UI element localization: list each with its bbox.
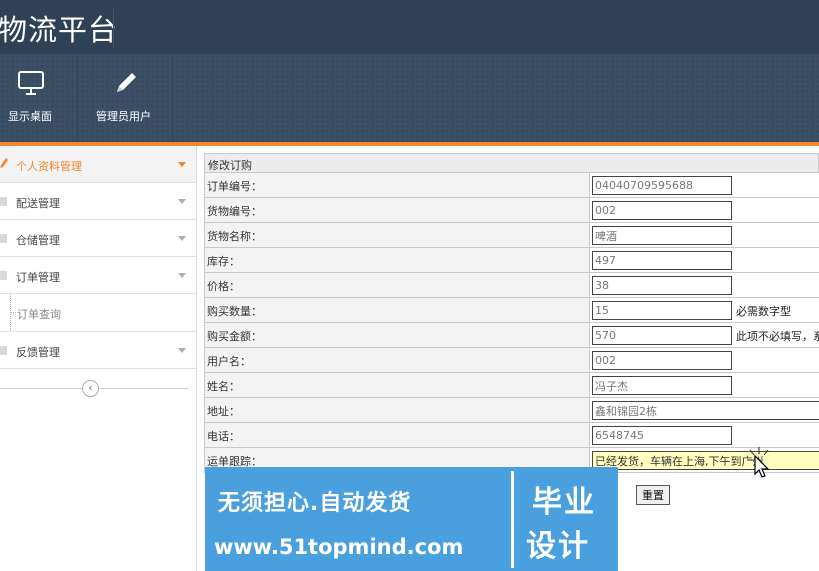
field-cell: [590, 248, 819, 272]
field-label: 价格：: [205, 273, 590, 297]
app-window: 物流平台 显示桌面 管理员用户 个人资料管理 配送管理 仓储管理 订单管理 订单…: [0, 0, 819, 571]
field-label: 地址：: [205, 398, 590, 422]
field-cell: 必需数字型: [590, 298, 819, 322]
username-field[interactable]: [592, 351, 732, 370]
chevron-down-icon: [178, 273, 186, 278]
chevron-down-icon: [178, 162, 186, 167]
field-cell: [590, 448, 819, 472]
amount-field[interactable]: [592, 326, 732, 345]
grid-icon: [0, 234, 7, 243]
field-label: 订单编号：: [205, 173, 590, 197]
sidebar: 个人资料管理 配送管理 仓储管理 订单管理 订单查询 反馈管理 ‹: [0, 146, 197, 571]
tree-guide: [10, 312, 16, 313]
pencil-icon: [0, 157, 9, 169]
form-row-stock: 库存：: [204, 248, 819, 273]
field-cell: 此项不必填写，系: [590, 323, 819, 347]
promo-url: www.51topmind.com: [214, 535, 464, 559]
field-cell: [590, 373, 819, 397]
field-cell: [590, 398, 819, 422]
chevron-down-icon: [178, 236, 186, 241]
promo-text: 无须担心.自动发货: [218, 491, 412, 516]
sidebar-subitem-label: 订单查询: [17, 308, 61, 321]
sidebar-item-label: 个人资料管理: [16, 160, 82, 173]
form-row-phone: 电话：: [204, 423, 819, 448]
field-label: 购买数量：: [205, 298, 590, 322]
badge-text: 设计: [526, 529, 590, 564]
header-bar: 物流平台: [0, 0, 819, 54]
collapse-sidebar-button[interactable]: ‹: [82, 380, 99, 397]
admin-user-label: 管理员用户: [96, 110, 151, 123]
chevron-down-icon: [178, 348, 186, 353]
phone-field[interactable]: [592, 426, 732, 445]
sidebar-item-warehouse[interactable]: 仓储管理: [0, 220, 196, 257]
document-icon: [0, 197, 7, 206]
field-label: 购买金额：: [205, 323, 590, 347]
form-actions: 交 重置: [589, 480, 819, 510]
promo-badge: 毕业 设计: [511, 471, 615, 568]
field-label: 用户名：: [205, 348, 590, 372]
goods-name-field[interactable]: [592, 226, 732, 245]
field-label: 电话：: [205, 423, 590, 447]
sidebar-item-label: 订单管理: [16, 271, 60, 284]
monitor-icon: [16, 70, 46, 96]
field-label: 库存：: [205, 248, 590, 272]
field-cell: [590, 173, 819, 197]
sidebar-collapse-bar: ‹: [0, 379, 188, 399]
reset-button[interactable]: 重置: [636, 485, 670, 505]
field-cell: [590, 348, 819, 372]
form-row-name: 姓名：: [204, 373, 819, 398]
field-label: 货物名称：: [205, 223, 590, 247]
form-row-order-id: 订单编号：: [204, 173, 819, 198]
toolbar: 显示桌面 管理员用户: [0, 54, 819, 142]
sidebar-item-label: 反馈管理: [16, 346, 60, 359]
show-desktop-label: 显示桌面: [8, 110, 52, 123]
show-desktop-button[interactable]: 显示桌面: [0, 54, 64, 142]
form-row-amount: 购买金额： 此项不必填写，系: [204, 323, 819, 348]
field-label: 货物编号：: [205, 198, 590, 222]
field-hint: 此项不必填写，系: [736, 330, 819, 343]
field-cell: [590, 273, 819, 297]
toolbar-divider: [77, 54, 78, 142]
sidebar-item-label: 仓储管理: [16, 234, 60, 247]
sidebar-item-delivery[interactable]: 配送管理: [0, 183, 196, 220]
header-divider: [113, 8, 114, 48]
admin-user-button[interactable]: 管理员用户: [80, 54, 172, 142]
sidebar-item-orders[interactable]: 订单管理: [0, 257, 196, 294]
goods-id-field[interactable]: [592, 201, 732, 220]
promo-watermark: 无须担心.自动发货 www.51topmind.com 毕业 设计: [205, 467, 618, 571]
field-hint: 必需数字型: [736, 305, 791, 318]
badge-text: 毕业: [532, 485, 596, 520]
form-row-address: 地址：: [204, 398, 819, 423]
form-row-goods-id: 货物编号：: [204, 198, 819, 223]
sidebar-item-profile[interactable]: 个人资料管理: [0, 146, 196, 183]
app-title: 物流平台: [0, 13, 119, 47]
sidebar-item-feedback[interactable]: 反馈管理: [0, 332, 196, 369]
order-id-field[interactable]: [592, 176, 732, 195]
mouse-cursor-icon: [744, 446, 774, 478]
sidebar-subitem-order-query[interactable]: 订单查询: [0, 294, 196, 332]
feedback-icon: [0, 346, 7, 355]
form-row-price: 价格：: [204, 273, 819, 298]
form-row-goods-name: 货物名称：: [204, 223, 819, 248]
list-icon: [0, 271, 7, 280]
field-cell: [590, 223, 819, 247]
form-row-username: 用户名：: [204, 348, 819, 373]
pencil-icon: [111, 70, 141, 96]
quantity-field[interactable]: [592, 301, 732, 320]
sidebar-item-label: 配送管理: [16, 197, 60, 210]
name-field[interactable]: [592, 376, 732, 395]
field-cell: [590, 423, 819, 447]
field-label: 姓名：: [205, 373, 590, 397]
form-row-quantity: 购买数量： 必需数字型: [204, 298, 819, 323]
address-field[interactable]: [592, 401, 819, 420]
field-cell: [590, 198, 819, 222]
price-field[interactable]: [592, 276, 732, 295]
chevron-down-icon: [178, 199, 186, 204]
stock-field[interactable]: [592, 251, 732, 270]
toolbar-divider: [172, 54, 173, 142]
form-title: 修改订购: [204, 153, 819, 173]
tracking-field[interactable]: [592, 451, 819, 470]
